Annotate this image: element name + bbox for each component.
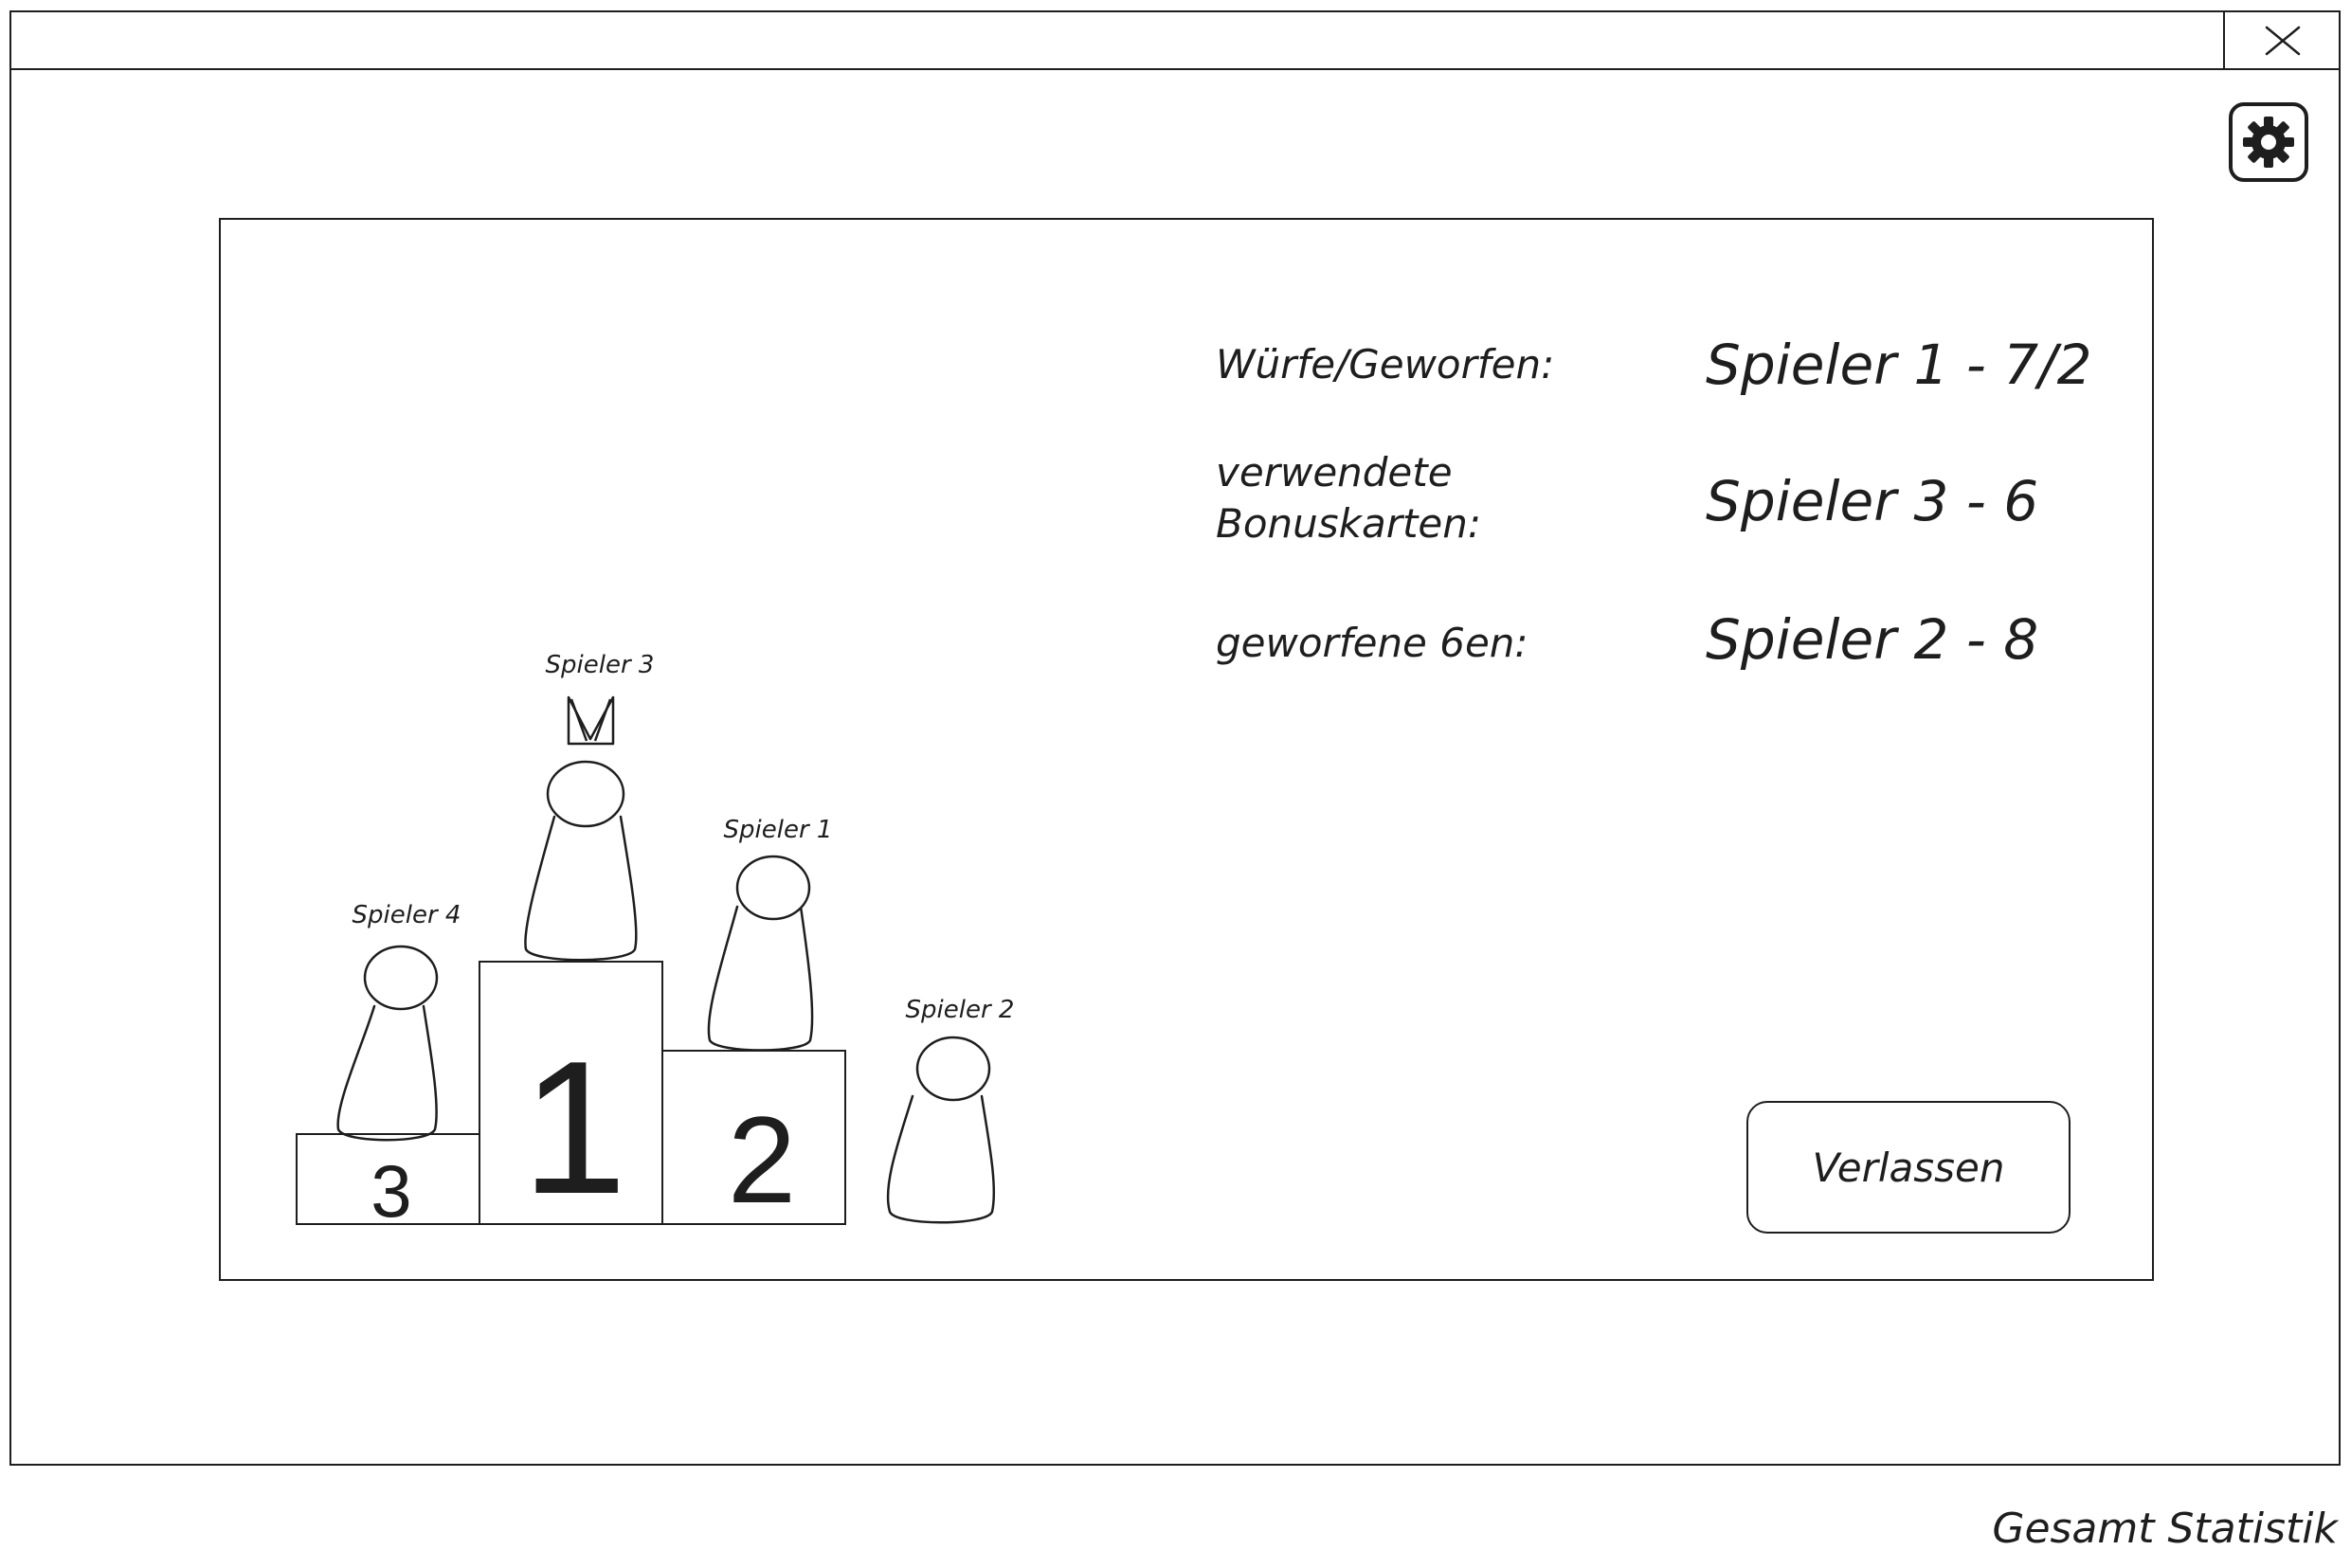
leave-button[interactable]: Verlassen bbox=[1746, 1101, 2071, 1234]
player-label-spieler-4: Spieler 4 bbox=[353, 901, 461, 929]
stat-label-sechsen: geworfene 6en: bbox=[1216, 620, 1528, 666]
stat-label-bonuskarten-line1: verwendete bbox=[1216, 449, 1453, 496]
place-number-3: 3 bbox=[371, 1149, 411, 1233]
pawn-spieler-1 bbox=[707, 855, 814, 1052]
settings-button[interactable] bbox=[2229, 102, 2308, 182]
close-icon bbox=[2265, 26, 2301, 56]
close-button[interactable] bbox=[2223, 12, 2339, 68]
gear-icon bbox=[2243, 117, 2294, 168]
app-window: 3 1 2 Spieler 4 Spieler 3 Spieler 1 Spie… bbox=[9, 10, 2341, 1466]
place-number-1: 1 bbox=[521, 1022, 626, 1234]
pawn-spieler-4 bbox=[336, 945, 439, 1142]
crown-icon bbox=[567, 695, 615, 746]
pawn-spieler-2 bbox=[886, 1036, 996, 1224]
title-bar bbox=[11, 12, 2339, 70]
player-label-spieler-3: Spieler 3 bbox=[546, 651, 655, 679]
player-label-spieler-1: Spieler 1 bbox=[724, 816, 833, 844]
statistics-panel: 3 1 2 Spieler 4 Spieler 3 Spieler 1 Spie… bbox=[219, 218, 2154, 1281]
pawn-spieler-3 bbox=[524, 760, 638, 962]
stat-value-bonuskarten: Spieler 3 - 6 bbox=[1706, 469, 2039, 533]
place-number-2: 2 bbox=[728, 1090, 796, 1229]
stat-label-wuerfe: Würfe/Geworfen: bbox=[1216, 341, 1555, 387]
podium-illustration: 3 1 2 Spieler 4 Spieler 3 Spieler 1 Spie… bbox=[296, 651, 1015, 1234]
screen-caption: Gesamt Statistik bbox=[1992, 1505, 2338, 1553]
stat-value-wuerfe: Spieler 1 - 7/2 bbox=[1706, 333, 2092, 397]
stat-label-bonuskarten-line2: Bonuskarten: bbox=[1216, 500, 1482, 547]
stat-value-sechsen: Spieler 2 - 8 bbox=[1706, 607, 2039, 672]
player-label-spieler-2: Spieler 2 bbox=[906, 996, 1015, 1024]
